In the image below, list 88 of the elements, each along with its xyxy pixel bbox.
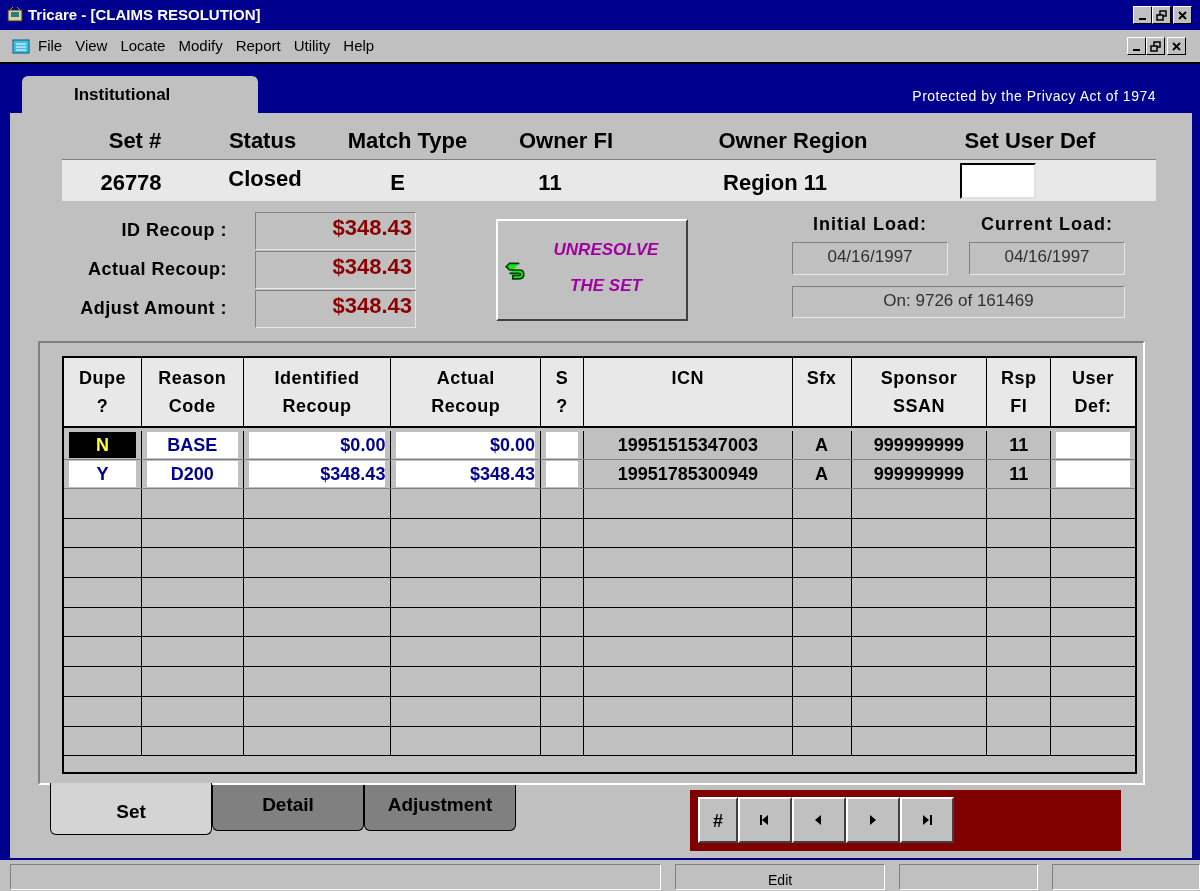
- minimize-icon: [1133, 49, 1140, 51]
- table-cell-text: 999999999: [872, 463, 965, 486]
- menu-item[interactable]: File: [38, 34, 63, 58]
- field-label: Current Load:: [981, 213, 1113, 236]
- table-cell-text: 11: [1008, 463, 1030, 486]
- minimize-button[interactable]: [1127, 37, 1146, 55]
- menu-item[interactable]: Utility: [293, 34, 331, 58]
- form-tab[interactable]: Institutional: [22, 76, 258, 113]
- column-header: Sponsor SSAN: [851, 358, 988, 426]
- menu-item[interactable]: Locate: [120, 34, 166, 58]
- input-field[interactable]: [1056, 432, 1130, 458]
- table-cell-text: 11: [1008, 434, 1030, 457]
- input-field[interactable]: $348.43: [396, 461, 536, 487]
- table-cell-text: A: [814, 463, 830, 486]
- navigation-button[interactable]: [900, 797, 954, 843]
- close-button[interactable]: [1167, 37, 1186, 55]
- number-button[interactable]: #: [698, 797, 738, 843]
- privacy-notice: Protected by the Privacy Act of 1974: [912, 87, 1156, 106]
- navigation-button[interactable]: [846, 797, 900, 843]
- date-field: 04/16/1997: [969, 242, 1125, 275]
- input-field[interactable]: $0.00: [396, 432, 536, 458]
- status-panel: Edit: [675, 864, 885, 890]
- amount-field: $348.43: [255, 250, 416, 289]
- restore-icon: [1149, 39, 1162, 53]
- column-header: User Def:: [1071, 367, 1116, 418]
- column-header: ICN: [584, 358, 793, 426]
- set-value: Closed: [227, 165, 303, 193]
- column-label: Set User Def: [963, 126, 1097, 155]
- set-value: 11: [537, 169, 563, 197]
- menu-item[interactable]: Help: [343, 34, 375, 58]
- set-value: Region 11: [722, 169, 828, 197]
- dupe-field[interactable]: Y: [69, 461, 136, 487]
- form-tab[interactable]: Set: [50, 783, 212, 835]
- table-cell-text: 19951785300949: [616, 463, 759, 486]
- column-header: S ?: [541, 358, 585, 426]
- field-label: ID Recoup :: [120, 219, 228, 242]
- column-header: Dupe ?: [64, 358, 142, 426]
- input-field[interactable]: BASE: [146, 432, 238, 458]
- date-field: 04/16/1997: [792, 242, 948, 275]
- field-label: Initial Load:: [813, 213, 927, 236]
- column-label: Status: [227, 126, 298, 155]
- input-field[interactable]: $348.43: [248, 461, 386, 487]
- menu-item[interactable]: View: [75, 34, 108, 58]
- close-icon: [1176, 8, 1189, 22]
- amount-field: $348.43: [255, 211, 416, 250]
- dupe-field[interactable]: N: [69, 432, 136, 458]
- amount-field: $348.43: [255, 289, 416, 328]
- close-button[interactable]: [1173, 6, 1192, 24]
- field-label: Adjust Amount :: [79, 297, 228, 320]
- form-tab[interactable]: Detail: [212, 785, 364, 831]
- set-value: 26778: [99, 169, 163, 197]
- menu-item[interactable]: Report: [235, 34, 281, 58]
- input-field[interactable]: [546, 432, 579, 458]
- column-label: Owner Region: [717, 126, 869, 155]
- column-header: Rsp FI: [987, 358, 1052, 426]
- column-header: Identified Recoup: [243, 358, 392, 426]
- column-label: Match Type: [346, 126, 469, 155]
- field-label: Actual Recoup:: [87, 258, 228, 281]
- column-header: Sfx: [792, 358, 852, 426]
- column-header: Actual Recoup: [391, 358, 542, 426]
- restore-icon: [1155, 8, 1168, 22]
- navigation-button[interactable]: [738, 797, 792, 843]
- unresolve-button[interactable]: UNRESOLVE THE SET: [496, 219, 688, 321]
- set-value: E: [389, 169, 406, 197]
- minimize-button[interactable]: [1133, 6, 1152, 24]
- column-label: Set #: [107, 126, 163, 155]
- input-field[interactable]: $0.00: [248, 432, 386, 458]
- table-cell-text: 999999999: [872, 434, 965, 457]
- window-title: Tricare - [CLAIMS RESOLUTION]: [28, 4, 261, 25]
- last-record-icon: [920, 813, 934, 827]
- app-icon: [6, 6, 24, 24]
- input-field[interactable]: [546, 461, 579, 487]
- navigation-button[interactable]: [792, 797, 846, 843]
- table-cell-text: A: [814, 434, 830, 457]
- input-field[interactable]: [960, 162, 1036, 199]
- form-tab[interactable]: Adjustment: [364, 785, 516, 831]
- record-position: On: 9726 of 161469: [792, 286, 1125, 318]
- input-field[interactable]: D200: [146, 461, 238, 487]
- table-cell-text: 19951515347003: [616, 434, 759, 457]
- input-field[interactable]: [1056, 461, 1130, 487]
- minimize-icon: [1139, 18, 1146, 20]
- column-label: Owner FI: [517, 126, 615, 155]
- close-icon: [1170, 39, 1183, 53]
- menu-item[interactable]: Modify: [178, 34, 223, 58]
- document-icon: [12, 37, 30, 55]
- column-header: Reason Code: [141, 358, 244, 426]
- restore-button[interactable]: [1146, 37, 1165, 55]
- restore-button[interactable]: [1152, 6, 1171, 24]
